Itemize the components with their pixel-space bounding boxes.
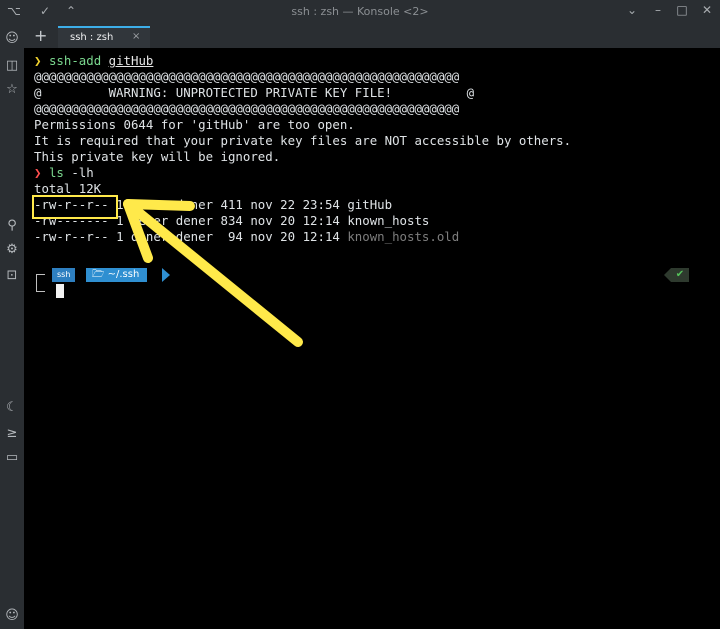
command-line: ❯ ls -lh <box>34 165 94 180</box>
minimize-icon[interactable]: – <box>650 3 666 17</box>
user-icon[interactable]: ☺ <box>4 608 20 623</box>
file-details: 1 dener dener 94 nov 20 12:14 <box>108 229 348 244</box>
title-bar: ⌥ ✓ ⌃ ssh : zsh — Konsole <2> ⌄ – □ ✕ <box>0 0 720 24</box>
moon-icon[interactable]: ☾ <box>4 400 20 415</box>
lock-icon[interactable]: ⊡ <box>4 268 20 283</box>
new-tab-button[interactable]: + <box>34 26 47 45</box>
chat-icon[interactable]: ▭ <box>4 450 20 465</box>
maximize-icon[interactable]: □ <box>674 3 690 17</box>
tab-ssh-zsh[interactable]: ssh : zsh × <box>58 26 150 48</box>
folder-icon: 🗁 <box>92 269 105 280</box>
file-name: known_hosts <box>347 213 430 228</box>
prompt-directory-segment: 🗁 ~/.ssh <box>86 268 148 282</box>
file-name: known_hosts.old <box>347 229 460 244</box>
required-message: It is required that your private key fil… <box>34 133 572 148</box>
overview-icon[interactable]: ☺ <box>4 31 20 46</box>
terminal-view[interactable]: ❯ ssh-add gitHub @@@@@@@@@@@@@@@@@@@@@@@… <box>32 52 720 629</box>
console-icon[interactable]: ≥ <box>4 426 20 441</box>
settings-icon[interactable]: ⚙ <box>4 242 20 257</box>
command-name: ssh-add <box>48 53 102 68</box>
permissions-message: Permissions 0644 for 'gitHub' are too op… <box>34 117 355 132</box>
window-title: ssh : zsh — Konsole <2> <box>291 5 429 18</box>
ignored-message: This private key will be ignored. <box>34 149 281 164</box>
file-details: 1 dener dener 834 nov 20 12:14 <box>108 213 348 228</box>
close-icon[interactable]: ✕ <box>699 3 715 17</box>
star-icon[interactable]: ☆ <box>4 82 20 97</box>
prompt-user-segment: ssh <box>52 268 76 282</box>
command-name: ls <box>48 165 64 180</box>
command-arg: -lh <box>71 165 94 180</box>
warning-border-bottom: @@@@@@@@@@@@@@@@@@@@@@@@@@@@@@@@@@@@@@@@… <box>34 101 460 116</box>
prompt-separator <box>664 268 671 282</box>
annotation-highlight-box <box>32 195 118 219</box>
book-icon[interactable]: ◫ <box>4 58 20 73</box>
file-name: gitHub <box>347 197 393 212</box>
tab-bar: + ssh : zsh × <box>24 24 720 48</box>
terminal-cursor <box>56 284 64 298</box>
tab-close-icon[interactable]: × <box>132 31 140 42</box>
prompt-symbol: ❯ <box>34 53 42 68</box>
command-line: ❯ ssh-add gitHub <box>34 53 153 68</box>
warning-line: @ WARNING: UNPROTECTED PRIVATE KEY FILE!… <box>34 85 475 100</box>
prompt-separator <box>162 268 170 282</box>
prompt-bracket <box>36 274 45 292</box>
file-permissions: -rw-r--r-- <box>34 229 109 244</box>
total-line: total 12K <box>34 181 102 196</box>
command-arg: gitHub <box>108 53 154 68</box>
chevron-down-icon[interactable]: ⌄ <box>624 3 640 17</box>
search-icon[interactable]: ⚲ <box>4 218 20 233</box>
check-icon: ✔ <box>671 268 689 282</box>
file-row: -rw-r--r-- 1 dener dener 94 nov 20 12:14… <box>34 229 459 244</box>
prompt-symbol: ❯ <box>34 165 42 180</box>
sidebar: ☺ ◫ ☆ ⚲ ⚙ ⊡ ☾ ≥ ▭ ☺ <box>0 24 24 629</box>
tab-label: ssh : zsh <box>70 32 114 43</box>
warning-border-top: @@@@@@@@@@@@@@@@@@@@@@@@@@@@@@@@@@@@@@@@… <box>34 69 460 84</box>
file-details: 1 dener dener 411 nov 22 23:54 <box>108 197 348 212</box>
prompt-directory: ~/.ssh <box>107 269 140 280</box>
